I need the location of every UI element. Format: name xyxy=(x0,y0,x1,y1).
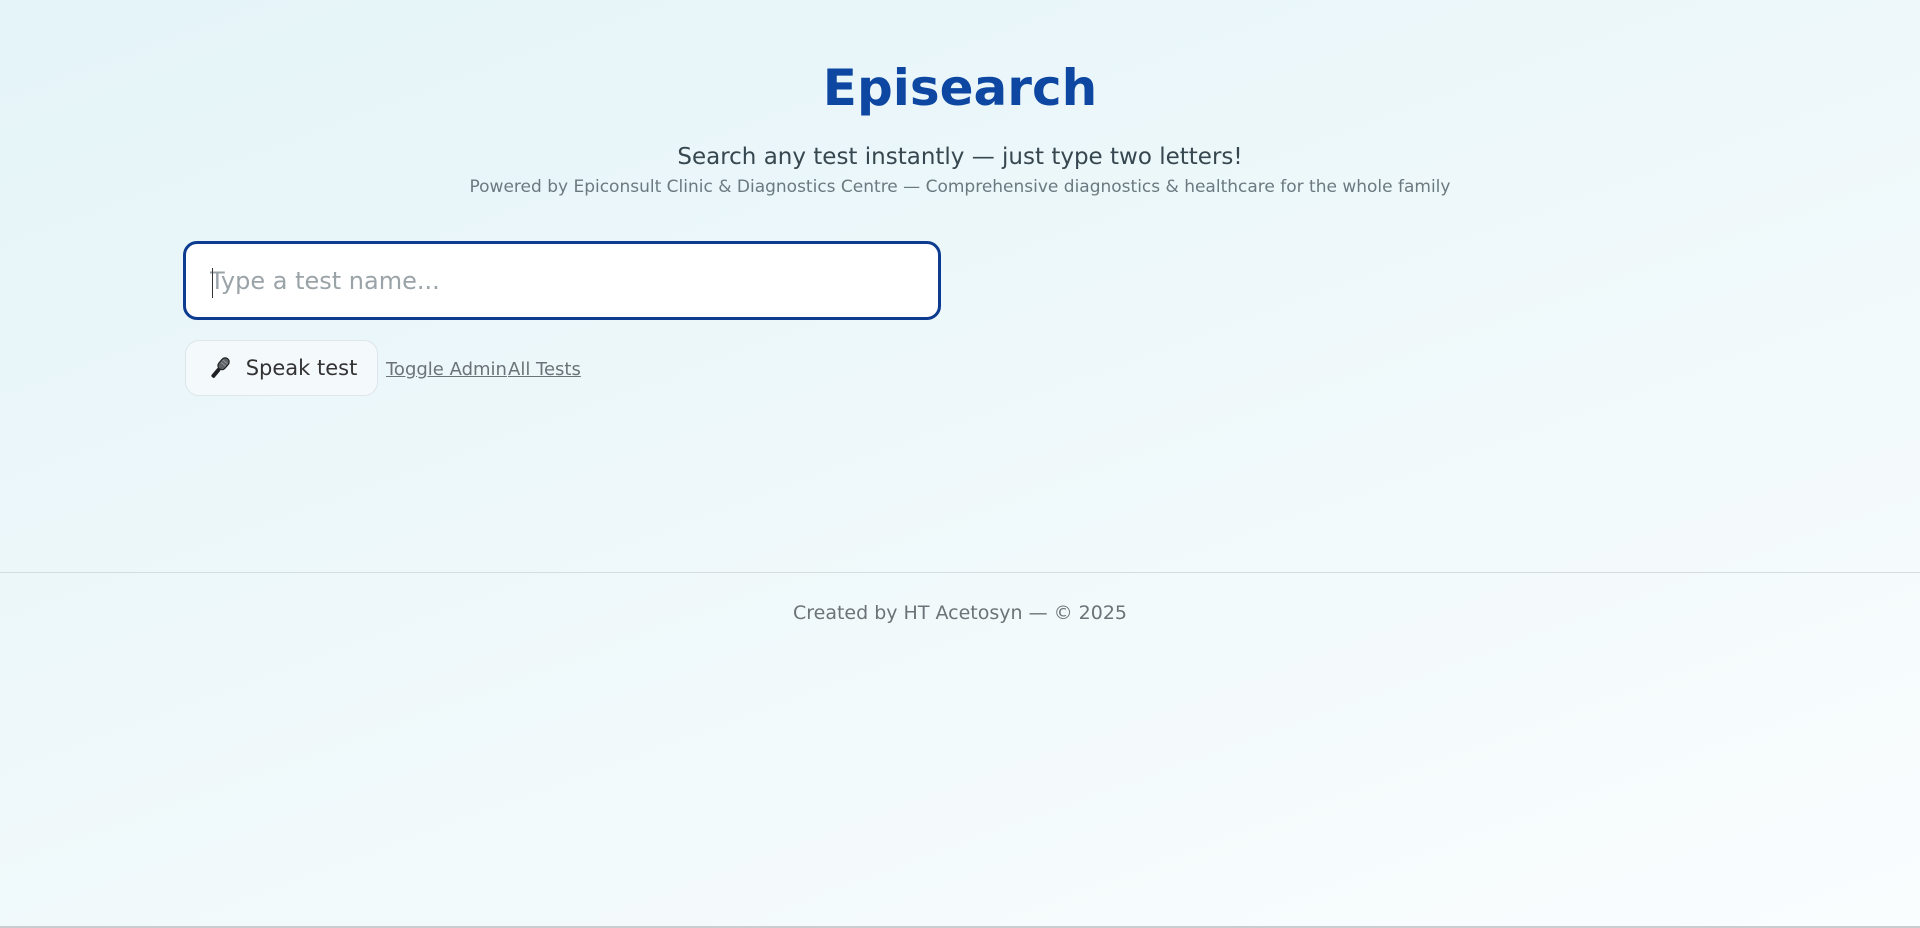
search-input[interactable] xyxy=(186,244,938,317)
tagline: Search any test instantly — just type tw… xyxy=(677,144,1243,170)
toggle-admin-link[interactable]: Toggle Admin xyxy=(386,358,507,382)
footer-credit: Created by HT Acetosyn — © 2025 xyxy=(792,602,1128,624)
all-tests-link[interactable]: All Tests xyxy=(508,358,581,382)
speak-test-label: Speak test xyxy=(245,356,358,380)
search-box[interactable] xyxy=(183,241,941,320)
microphone-icon xyxy=(206,354,234,382)
speak-test-button[interactable]: Speak test xyxy=(185,340,378,396)
powered-by-text: Powered by Epiconsult Clinic & Diagnosti… xyxy=(469,177,1451,197)
footer-divider xyxy=(0,572,1920,573)
page-title: Episearch xyxy=(822,59,1098,117)
text-caret xyxy=(212,268,213,298)
